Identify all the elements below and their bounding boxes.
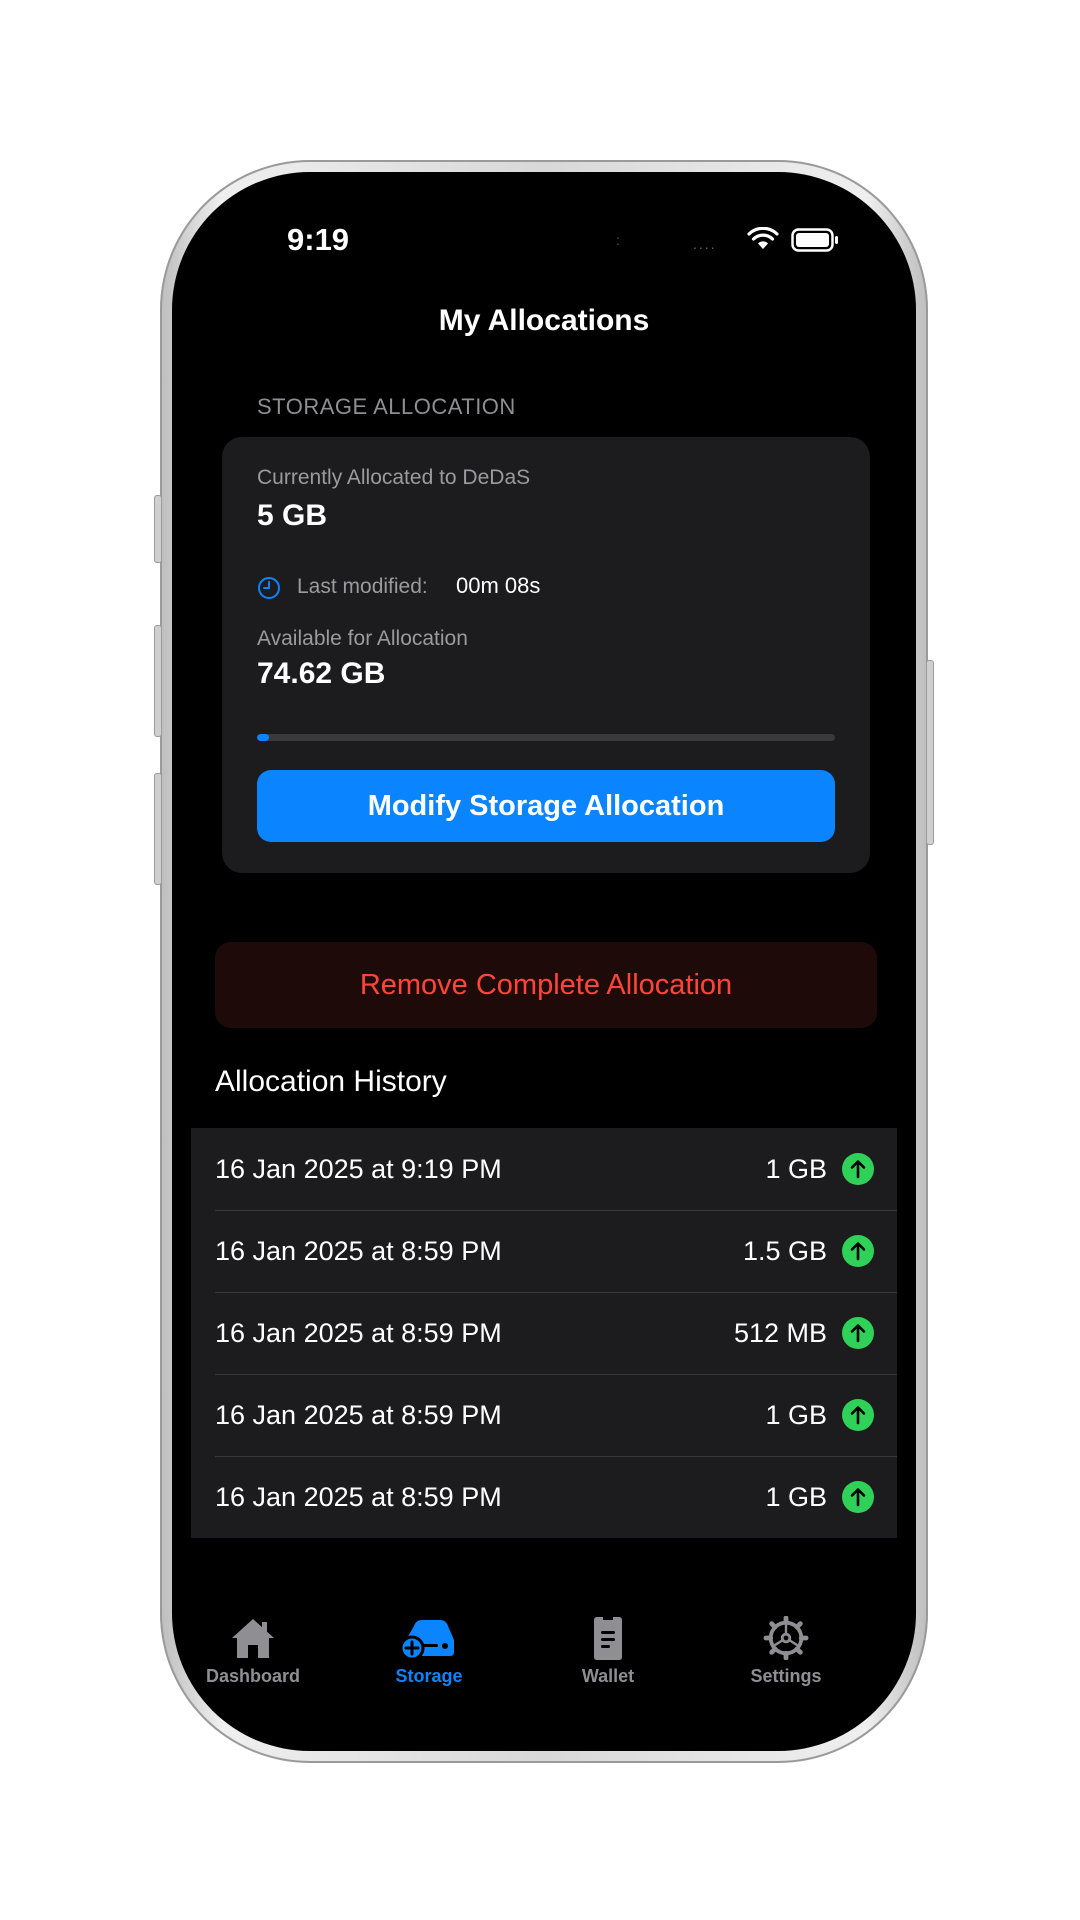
power-button <box>926 660 934 845</box>
tab-wallet-label: Wallet <box>581 1666 635 1686</box>
available-value: 74.62 GB <box>257 657 386 690</box>
storage-allocation-card: Currently Allocated to DeDaS 5 GB Last m… <box>222 437 870 873</box>
history-date: 16 Jan 2025 at 8:59 PM <box>215 1481 502 1512</box>
battery-icon <box>791 228 838 252</box>
house-icon <box>232 1619 274 1658</box>
gear-icon <box>763 1616 809 1660</box>
tab-dashboard-label: Dashboard <box>205 1666 301 1686</box>
history-row: 16 Jan 2025 at 8:59 PM 1 GB <box>191 1374 897 1456</box>
action-button <box>154 495 162 563</box>
clock-icon <box>258 577 280 599</box>
allocation-progress-fill <box>257 734 269 741</box>
tab-dashboard[interactable]: Dashboard <box>183 1616 323 1687</box>
arrow-up-circle-icon <box>842 1153 874 1185</box>
arrow-up-circle-icon <box>842 1235 874 1267</box>
modify-storage-allocation-button[interactable]: Modify Storage Allocation <box>257 770 835 842</box>
tab-storage-label: Storage <box>395 1666 463 1686</box>
tab-settings-label: Settings <box>750 1666 822 1686</box>
allocation-progress-bar <box>257 734 835 741</box>
history-size: 1.5 GB <box>742 1235 827 1266</box>
arrow-up-circle-icon <box>842 1399 874 1431</box>
island-dot: : <box>616 232 620 248</box>
last-modified-label: Last modified: <box>297 575 428 598</box>
allocation-history-list: 16 Jan 2025 at 9:19 PM 1 GB 16 Jan 2025 … <box>191 1128 897 1538</box>
status-time: 9:19 <box>287 222 350 257</box>
tab-wallet[interactable]: Wallet <box>538 1616 678 1687</box>
section-label-storage: STORAGE ALLOCATION <box>257 394 516 419</box>
app-screen: 9:19 : .... My Allocations STORAGE ALLOC… <box>172 172 916 1751</box>
history-date: 16 Jan 2025 at 8:59 PM <box>215 1317 502 1348</box>
wallet-icon <box>594 1617 622 1660</box>
cellular-signal-icon: .... <box>693 236 717 252</box>
arrow-up-circle-icon <box>842 1481 874 1513</box>
tab-settings[interactable]: Settings <box>716 1616 856 1687</box>
history-row: 16 Jan 2025 at 8:59 PM 1 GB <box>191 1456 897 1538</box>
last-modified-value: 00m 08s <box>456 573 541 598</box>
history-row: 16 Jan 2025 at 8:59 PM 1.5 GB <box>191 1210 897 1292</box>
volume-down-button <box>154 773 162 885</box>
history-size: 512 MB <box>733 1317 827 1348</box>
history-row: 16 Jan 2025 at 8:59 PM 512 MB <box>191 1292 897 1374</box>
page-title: My Allocations <box>438 304 650 337</box>
history-row: 16 Jan 2025 at 9:19 PM 1 GB <box>191 1128 897 1210</box>
remove-complete-allocation-button[interactable]: Remove Complete Allocation <box>215 942 877 1028</box>
storage-icon <box>400 1620 454 1660</box>
history-size: 1 GB <box>765 1153 827 1184</box>
allocated-value: 5 GB <box>257 499 328 532</box>
wifi-icon <box>747 227 779 249</box>
history-size: 1 GB <box>765 1399 827 1430</box>
history-date: 16 Jan 2025 at 9:19 PM <box>215 1153 502 1184</box>
history-date: 16 Jan 2025 at 8:59 PM <box>215 1399 502 1430</box>
allocated-label: Currently Allocated to DeDaS <box>257 466 531 489</box>
arrow-up-circle-icon <box>842 1317 874 1349</box>
volume-up-button <box>154 625 162 737</box>
allocation-history-title: Allocation History <box>215 1065 447 1098</box>
history-size: 1 GB <box>765 1481 827 1512</box>
tab-bar: Dashboard Storage Wallet Settings <box>172 1602 916 1712</box>
history-date: 16 Jan 2025 at 8:59 PM <box>215 1235 502 1266</box>
available-label: Available for Allocation <box>257 627 468 650</box>
tab-storage[interactable]: Storage <box>359 1616 499 1687</box>
